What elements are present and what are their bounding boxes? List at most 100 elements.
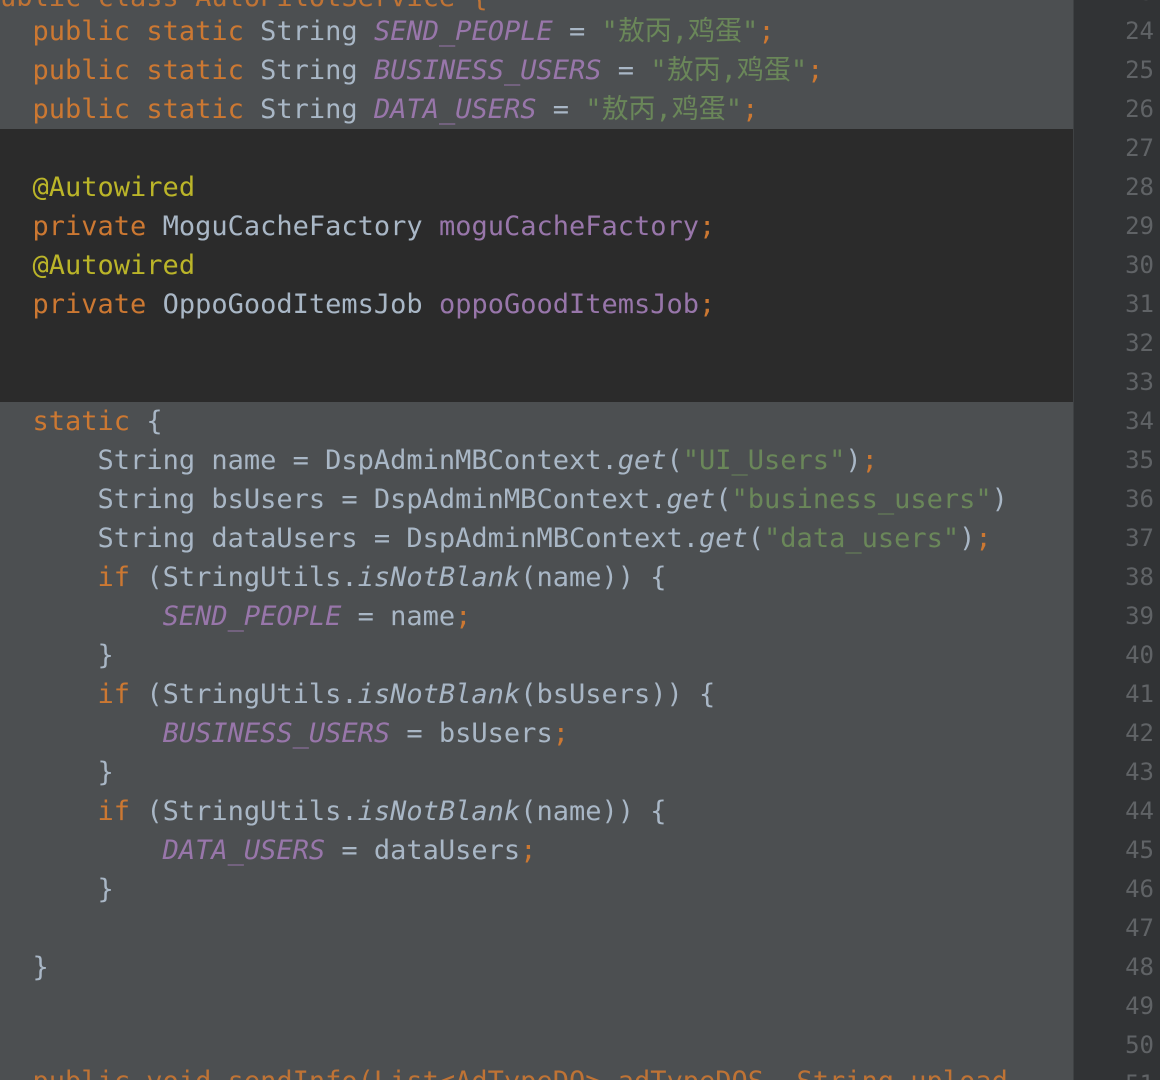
partial-bottom-text: public void sendInfo(List<AdTypeDO> adTy… xyxy=(33,1066,1008,1080)
open-brace: { xyxy=(130,406,163,437)
code-line-48[interactable]: } xyxy=(0,948,1073,987)
code-line-38[interactable]: if (StringUtils.isNotBlank(name)) { xyxy=(0,558,1073,597)
paren-open: ( xyxy=(747,523,765,554)
method-call: isNotBlank xyxy=(357,796,521,827)
line-number: 26 xyxy=(1125,95,1154,123)
static-field-name: DATA_USERS xyxy=(162,835,326,866)
code-line-29[interactable]: private MoguCacheFactory moguCacheFactor… xyxy=(0,207,1073,246)
code-line-28[interactable]: @Autowired xyxy=(0,168,1073,207)
line-number: 50 xyxy=(1125,1031,1154,1059)
annotation-autowired: @Autowired xyxy=(32,172,196,203)
code-line-25[interactable]: public static String BUSINESS_USERS = "敖… xyxy=(0,51,1073,90)
keyword-static: static xyxy=(146,94,244,125)
field-name: moguCacheFactory xyxy=(438,211,700,242)
method-call: isNotBlank xyxy=(357,562,521,593)
code-editor[interactable]: 23 24 25 26 27 28 29 30 31 32 33 34 35 36 37 38 39 40 41 42… xyxy=(0,0,1160,1080)
line-number: 30 xyxy=(1125,251,1154,279)
code-line-36[interactable]: String bsUsers = DspAdminMBContext.get("… xyxy=(0,480,1073,519)
assign-op: = xyxy=(601,55,651,86)
keyword-static: static xyxy=(32,406,131,437)
paren-open: ( xyxy=(715,484,732,515)
assign-op: = xyxy=(552,16,602,47)
line-number: 41 xyxy=(1125,680,1154,708)
line-number: 33 xyxy=(1125,368,1154,396)
line-number: 25 xyxy=(1125,56,1154,84)
code-line-44[interactable]: if (StringUtils.isNotBlank(name)) { xyxy=(0,792,1073,831)
close-brace: } xyxy=(32,952,49,983)
assignment-rest: = bsUsers xyxy=(390,718,553,749)
line-number: 47 xyxy=(1125,914,1154,942)
assign-op: = xyxy=(536,94,586,125)
line-number: 44 xyxy=(1125,797,1154,825)
paren-close: ) xyxy=(991,484,1008,515)
code-line-24[interactable]: public static String SEND_PEOPLE = "敖丙,鸡… xyxy=(0,12,1073,51)
line-number: 32 xyxy=(1125,329,1154,357)
keyword-if: if xyxy=(97,562,131,593)
line-number: 27 xyxy=(1125,134,1154,162)
semicolon: ; xyxy=(699,289,716,320)
line-number: 49 xyxy=(1125,992,1154,1020)
semicolon: ; xyxy=(861,445,878,476)
line-number: 28 xyxy=(1125,173,1154,201)
method-call: get xyxy=(699,523,748,554)
condition-prefix: (StringUtils. xyxy=(130,562,358,593)
string-literal: "UI_Users" xyxy=(682,445,846,476)
code-line-40[interactable]: } xyxy=(0,636,1073,675)
line-number: 45 xyxy=(1125,836,1154,864)
semicolon: ; xyxy=(758,16,775,47)
semicolon: ; xyxy=(552,718,569,749)
string-literal: "business_users" xyxy=(731,484,992,515)
code-line-35[interactable]: String name = DspAdminMBContext.get("UI_… xyxy=(0,441,1073,480)
keyword-if: if xyxy=(97,796,131,827)
code-line-34[interactable]: static { xyxy=(0,402,1073,441)
keyword-public: public xyxy=(32,55,131,86)
static-field-name: DATA_USERS xyxy=(373,94,537,125)
static-field-name: BUSINESS_USERS xyxy=(162,718,391,749)
assignment-rest: = dataUsers xyxy=(325,835,521,866)
string-literal: "data_users" xyxy=(764,523,960,554)
condition-suffix: (bsUsers)) { xyxy=(520,679,716,710)
code-line-39[interactable]: SEND_PEOPLE = name; xyxy=(0,597,1073,636)
static-field-name: BUSINESS_USERS xyxy=(373,55,602,86)
code-line-43[interactable]: } xyxy=(0,753,1073,792)
static-field-name: SEND_PEOPLE xyxy=(162,601,342,632)
code-line-45[interactable]: DATA_USERS = dataUsers; xyxy=(0,831,1073,870)
keyword-if: if xyxy=(97,679,131,710)
code-line-31[interactable]: private OppoGoodItemsJob oppoGoodItemsJo… xyxy=(0,285,1073,324)
close-brace: } xyxy=(97,757,114,788)
line-number: 39 xyxy=(1125,602,1154,630)
line-number: 34 xyxy=(1125,407,1154,435)
type-name: String xyxy=(260,94,358,125)
statement-prefix: String name = DspAdminMBContext. xyxy=(97,445,618,476)
line-number: 31 xyxy=(1125,290,1154,318)
code-line-37[interactable]: String dataUsers = DspAdminMBContext.get… xyxy=(0,519,1073,558)
statement-prefix: String bsUsers = DspAdminMBContext. xyxy=(97,484,667,515)
line-number: 37 xyxy=(1125,524,1154,552)
code-line-30[interactable]: @Autowired xyxy=(0,246,1073,285)
line-number: 51 xyxy=(1074,1065,1154,1080)
keyword-private: private xyxy=(32,289,147,320)
code-line-46[interactable]: } xyxy=(0,870,1073,909)
line-number: 23 xyxy=(1074,0,1154,12)
condition-suffix: (name)) { xyxy=(520,562,667,593)
keyword-public: public xyxy=(32,94,131,125)
string-literal: "敖丙,鸡蛋" xyxy=(585,94,743,125)
line-number: 48 xyxy=(1125,953,1154,981)
semicolon: ; xyxy=(455,601,472,632)
string-literal: "敖丙,鸡蛋" xyxy=(650,55,808,86)
line-number: 36 xyxy=(1125,485,1154,513)
code-line-41[interactable]: if (StringUtils.isNotBlank(bsUsers)) { xyxy=(0,675,1073,714)
code-line-42[interactable]: BUSINESS_USERS = bsUsers; xyxy=(0,714,1073,753)
line-number: 43 xyxy=(1125,758,1154,786)
semicolon: ; xyxy=(975,523,992,554)
condition-prefix: (StringUtils. xyxy=(130,679,358,710)
code-line-26[interactable]: public static String DATA_USERS = "敖丙,鸡蛋… xyxy=(0,90,1073,129)
code-line-51[interactable]: public void sendInfo(List<AdTypeDO> adTy… xyxy=(0,1062,1073,1080)
semicolon: ; xyxy=(699,211,716,242)
paren-open: ( xyxy=(666,445,683,476)
paren-close: ) xyxy=(845,445,862,476)
assignment-rest: = name xyxy=(341,601,456,632)
type-name: String xyxy=(260,55,358,86)
string-literal: "敖丙,鸡蛋" xyxy=(601,16,759,47)
line-number: 24 xyxy=(1125,17,1154,45)
